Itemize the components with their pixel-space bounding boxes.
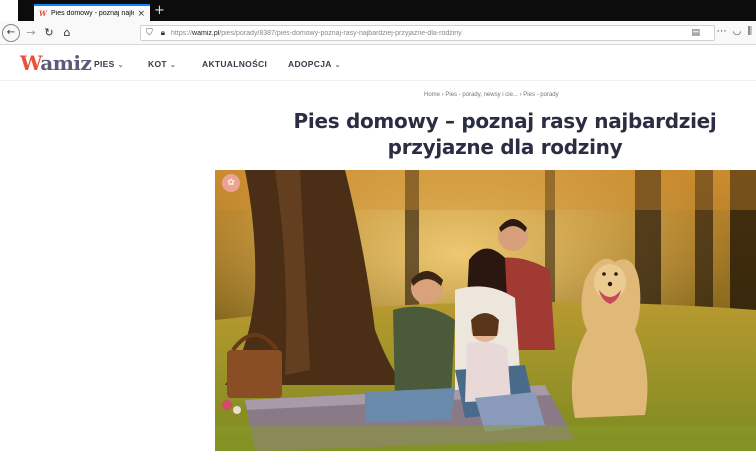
breadcrumb-subcategory[interactable]: Pies - porady: [523, 92, 558, 98]
page-title: Pies domowy – poznaj rasy najbardziej pr…: [293, 109, 717, 159]
toolbar-icons: ⋯ ◡ ⫼: [717, 26, 752, 37]
browser-tab-strip: W Pies domowy - poznaj najlepsze × +: [0, 0, 756, 21]
back-button-icon[interactable]: ←: [2, 24, 20, 42]
menu-item-aktualnosci[interactable]: AKTUALNOŚCI: [202, 59, 267, 69]
url-bar[interactable]: ⛉ 🔒︎ https://wamiz.pl/pies/porady/8387/p…: [140, 25, 715, 41]
site-header: Wamiz PIES ⌄ KOT ⌄ AKTUALNOŚCI ADOPCJA ⌄: [0, 45, 756, 81]
browser-tab-active[interactable]: W Pies domowy - poznaj najlepsze ×: [34, 4, 150, 21]
tab-close-icon[interactable]: ×: [137, 9, 145, 19]
chevron-down-icon: ⌄: [334, 62, 341, 69]
menu-item-kot[interactable]: KOT ⌄: [148, 59, 176, 69]
tab-strip-left-gap: [0, 0, 18, 21]
breadcrumb-home[interactable]: Home: [424, 92, 440, 98]
chevron-down-icon: ⌄: [169, 62, 177, 69]
tab-title: Pies domowy - poznaj najlepsze: [51, 10, 135, 17]
chevron-down-icon: ⌄: [117, 62, 124, 69]
breadcrumb-category[interactable]: Pies - porady, newsy i cie...: [445, 92, 518, 98]
wamiz-logo[interactable]: Wamiz: [20, 51, 92, 75]
library-icon[interactable]: ⫼: [747, 26, 752, 37]
browser-navbar: ← → ↻ ⌂ ⛉ 🔒︎ https://wamiz.pl/pies/porad…: [0, 21, 756, 45]
menu-item-adopcja[interactable]: ADOPCJA ⌄: [288, 59, 341, 69]
url-domain: wamiz.pl: [192, 29, 220, 37]
more-icon[interactable]: ⋯: [717, 26, 727, 37]
lock-icon[interactable]: 🔒︎: [161, 28, 165, 38]
tracking-shield-icon[interactable]: ⛉: [146, 28, 153, 38]
new-tab-icon[interactable]: +: [154, 3, 165, 18]
reader-view-icon[interactable]: ▤: [691, 28, 700, 38]
forward-button-icon[interactable]: →: [24, 24, 38, 42]
url-text[interactable]: https://wamiz.pl/pies/porady/8387/pies-d…: [171, 30, 462, 37]
hero-image: ✿: [215, 170, 756, 451]
hero-illustration: [215, 170, 756, 451]
pocket-icon[interactable]: ◡: [733, 26, 742, 37]
home-button-icon[interactable]: ⌂: [60, 24, 74, 42]
wamiz-favicon-icon: W: [39, 8, 47, 18]
menu-item-pies[interactable]: PIES ⌄: [94, 59, 124, 69]
reload-button-icon[interactable]: ↻: [42, 24, 56, 42]
breadcrumb: Home › Pies - porady, newsy i cie... › P…: [424, 92, 559, 98]
wamiz-badge-icon: ✿: [222, 174, 240, 192]
